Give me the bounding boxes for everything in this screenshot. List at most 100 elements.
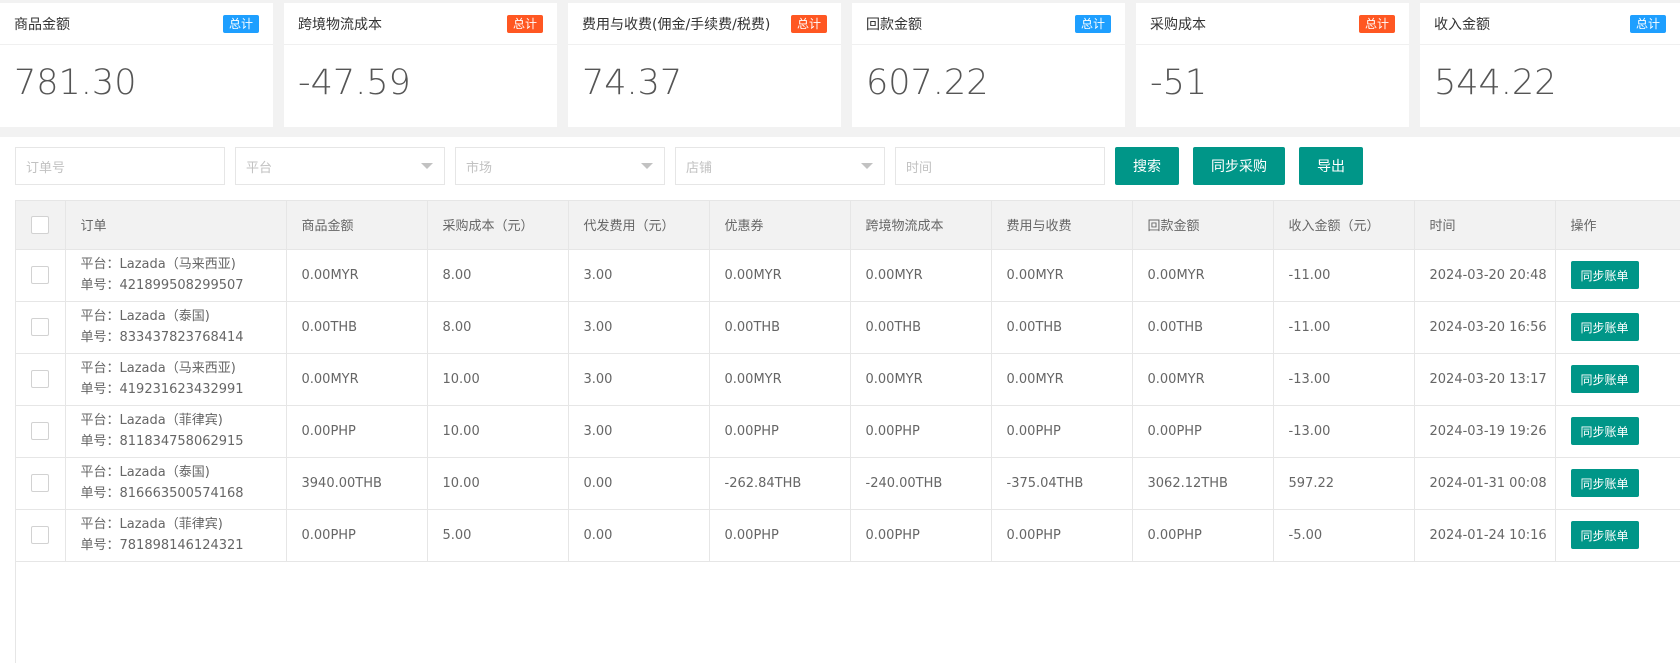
platform-placeholder: 平台 — [246, 160, 273, 176]
cell-time: 2024-03-20 16:56 — [1414, 301, 1556, 354]
cell-income-amount: -13.00 — [1273, 405, 1415, 458]
cell-order: 平台：Lazada（菲律宾) 单号：811834758062915 — [65, 405, 287, 458]
cell-dropship-fee: 3.00 — [568, 249, 710, 302]
cell-order: 平台：Lazada（菲律宾) 单号：781898146124321 — [65, 509, 287, 562]
cell-actions: 同步账单 — [1555, 301, 1680, 354]
row-select-cell — [16, 405, 66, 458]
filter-bar: 订单号 平台 市场 店铺 时间 搜索 同步采购 导出 — [15, 147, 1675, 185]
shop-placeholder: 店铺 — [686, 160, 713, 176]
cell-income-amount: 597.22 — [1273, 457, 1415, 510]
cell-income-amount: -5.00 — [1273, 509, 1415, 562]
cell-dropship-fee: 3.00 — [568, 353, 710, 406]
cell-purchase-cost: 8.00 — [427, 249, 569, 302]
header-order: 订单 — [65, 201, 287, 250]
stat-card-title: 费用与收费(佣金/手续费/税费) — [582, 16, 771, 33]
cell-coupon: -262.84THB — [709, 457, 851, 510]
cell-actions: 同步账单 — [1555, 353, 1680, 406]
table-header-row: 订单 商品金额 采购成本（元） 代发费用（元） 优惠券 跨境物流成本 费用与收费… — [16, 201, 1680, 250]
stat-card-header: 商品金额 总计 — [0, 3, 273, 45]
stat-card-value: 607.22 — [866, 63, 989, 103]
row-checkbox[interactable] — [31, 474, 50, 492]
stat-card-goods-amount: 商品金额 总计 781.30 — [0, 3, 273, 127]
main-panel: 订单号 平台 市场 店铺 时间 搜索 同步采购 导出 订单 商品金额 采购成本（… — [0, 137, 1680, 663]
cell-time: 2024-01-31 00:08 — [1414, 457, 1556, 510]
cell-logistics-cost: 0.00THB — [850, 301, 992, 354]
order-platform: 平台：Lazada（泰国) — [80, 309, 210, 324]
chevron-down-icon — [421, 163, 433, 169]
export-button[interactable]: 导出 — [1299, 147, 1363, 185]
cell-time: 2024-01-24 10:16 — [1414, 509, 1556, 562]
row-checkbox[interactable] — [31, 266, 50, 284]
stat-card-header: 回款金额 总计 — [852, 3, 1125, 45]
order-number-input[interactable]: 订单号 — [15, 147, 225, 185]
sync-bill-button[interactable]: 同步账单 — [1570, 313, 1639, 341]
order-number-placeholder: 订单号 — [26, 160, 66, 176]
stat-card-title: 商品金额 — [14, 16, 70, 33]
total-badge: 总计 — [1629, 14, 1666, 33]
row-checkbox[interactable] — [31, 526, 50, 544]
cell-logistics-cost: 0.00MYR — [850, 353, 992, 406]
cell-coupon: 0.00MYR — [709, 353, 851, 406]
stat-card-income-amount: 收入金额 总计 544.22 — [1420, 3, 1680, 127]
sync-bill-button[interactable]: 同步账单 — [1570, 417, 1639, 445]
cell-order: 平台：Lazada（马来西亚) 单号：419231623432991 — [65, 353, 287, 406]
row-checkbox[interactable] — [31, 318, 50, 336]
stat-card-value: -47.59 — [298, 63, 411, 103]
order-platform: 平台：Lazada（马来西亚) — [80, 361, 236, 376]
cell-coupon: 0.00MYR — [709, 249, 851, 302]
stat-card-logistics-cost: 跨境物流成本 总计 -47.59 — [284, 3, 557, 127]
stats-row: 商品金额 总计 781.30 跨境物流成本 总计 -47.59 费用与收费(佣金… — [0, 3, 1680, 127]
cell-purchase-cost: 8.00 — [427, 301, 569, 354]
chevron-down-icon — [861, 163, 873, 169]
table-row: 平台：Lazada（菲律宾) 单号：781898146124321 0.00PHP 5… — [16, 509, 1680, 562]
time-input[interactable]: 时间 — [895, 147, 1105, 185]
cell-refund-amount: 0.00PHP — [1132, 509, 1274, 562]
stat-card-header: 跨境物流成本 总计 — [284, 3, 557, 45]
table-row: 平台：Lazada（马来西亚) 单号：421899508299507 0.00MYR… — [16, 249, 1680, 302]
row-select-cell — [16, 249, 66, 302]
cell-actions: 同步账单 — [1555, 405, 1680, 458]
select-all-checkbox[interactable] — [31, 215, 50, 234]
total-badge: 总计 — [1074, 14, 1111, 33]
market-select[interactable]: 市场 — [455, 147, 665, 185]
cell-coupon: 0.00THB — [709, 301, 851, 354]
sync-bill-button[interactable]: 同步账单 — [1570, 469, 1639, 497]
row-select-cell — [16, 353, 66, 406]
sync-bill-button[interactable]: 同步账单 — [1570, 365, 1639, 393]
cell-fees: -375.04THB — [991, 457, 1133, 510]
row-checkbox[interactable] — [31, 422, 50, 440]
stat-card-title: 回款金额 — [866, 16, 922, 33]
row-checkbox[interactable] — [31, 370, 50, 388]
cell-dropship-fee: 3.00 — [568, 301, 710, 354]
cell-goods-amount: 0.00MYR — [286, 249, 428, 302]
cell-dropship-fee: 3.00 — [568, 405, 710, 458]
order-number: 单号：419231623432991 — [80, 382, 244, 397]
header-purchase-cost: 采购成本（元） — [427, 201, 569, 250]
cell-fees: 0.00THB — [991, 301, 1133, 354]
shop-select[interactable]: 店铺 — [675, 147, 885, 185]
header-refund-amount: 回款金额 — [1132, 201, 1274, 250]
cell-time: 2024-03-20 20:48 — [1414, 249, 1556, 302]
search-button[interactable]: 搜索 — [1115, 147, 1179, 185]
cell-actions: 同步账单 — [1555, 249, 1680, 302]
stat-card-title: 收入金额 — [1434, 16, 1490, 33]
cell-time: 2024-03-19 19:26 — [1414, 405, 1556, 458]
orders-table: 订单 商品金额 采购成本（元） 代发费用（元） 优惠券 跨境物流成本 费用与收费… — [15, 200, 1680, 663]
table-row: 平台：Lazada（马来西亚) 单号：419231623432991 0.00MYR… — [16, 353, 1680, 406]
stat-card-purchase-cost: 采购成本 总计 -51 — [1136, 3, 1409, 127]
sync-bill-button[interactable]: 同步账单 — [1570, 521, 1639, 549]
cell-logistics-cost: 0.00MYR — [850, 249, 992, 302]
stat-card-refund-amount: 回款金额 总计 607.22 — [852, 3, 1125, 127]
cell-fees: 0.00MYR — [991, 249, 1133, 302]
cell-coupon: 0.00PHP — [709, 509, 851, 562]
table-row: 平台：Lazada（泰国) 单号：816663500574168 3940.00TH… — [16, 457, 1680, 510]
sync-bill-button[interactable]: 同步账单 — [1570, 261, 1639, 289]
stat-card-header: 费用与收费(佣金/手续费/税费) 总计 — [568, 3, 841, 45]
cell-purchase-cost: 10.00 — [427, 405, 569, 458]
cell-logistics-cost: -240.00THB — [850, 457, 992, 510]
order-number: 单号：811834758062915 — [80, 434, 244, 449]
select-all-cell — [16, 201, 66, 250]
order-platform: 平台：Lazada（菲律宾) — [80, 517, 223, 532]
sync-purchase-button[interactable]: 同步采购 — [1193, 147, 1285, 185]
platform-select[interactable]: 平台 — [235, 147, 445, 185]
